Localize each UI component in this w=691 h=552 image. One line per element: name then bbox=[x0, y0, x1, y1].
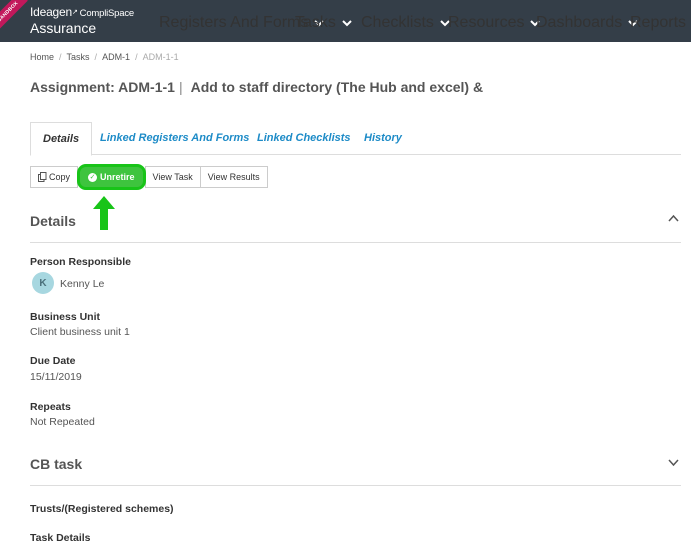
due-date-label: Due Date bbox=[30, 355, 76, 367]
task-details-label: Task Details bbox=[30, 532, 91, 544]
cb-task-section-title: CB task bbox=[30, 456, 83, 472]
breadcrumb-current: ADM-1-1 bbox=[142, 52, 179, 62]
details-divider bbox=[30, 242, 681, 243]
trusts-label: Trusts/(Registered schemes) bbox=[30, 503, 174, 515]
app-logo[interactable]: Ideagen↗ CompliSpace Assurance bbox=[30, 5, 135, 37]
person-responsible-label: Person Responsible bbox=[30, 256, 131, 268]
nav-label: Reports bbox=[630, 14, 687, 31]
tab-linked-registers-and-forms[interactable]: Linked Registers And Forms bbox=[88, 122, 261, 155]
nav-reports[interactable]: Reports bbox=[630, 14, 686, 32]
person-responsible-value: Kenny Le bbox=[60, 278, 105, 290]
check-circle-icon: ✓ bbox=[88, 172, 98, 182]
tab-bar: Details Linked Registers And Forms Linke… bbox=[30, 122, 681, 156]
nav-label: Checklists bbox=[361, 14, 434, 31]
due-date-value: 15/11/2019 bbox=[30, 371, 82, 383]
nav-resources[interactable]: Resources bbox=[448, 14, 541, 32]
unretire-label: Unretire bbox=[100, 172, 135, 182]
title-separator: | bbox=[178, 79, 183, 95]
breadcrumb-tasks[interactable]: Tasks bbox=[67, 52, 90, 62]
tab-details[interactable]: Details bbox=[30, 122, 93, 156]
avatar: K bbox=[32, 272, 54, 294]
copy-button[interactable]: Copy bbox=[30, 166, 79, 188]
nav-checklists[interactable]: Checklists bbox=[361, 14, 450, 32]
chevron-down-icon bbox=[342, 19, 352, 26]
business-unit-value: Client business unit 1 bbox=[30, 326, 130, 338]
view-results-button[interactable]: View Results bbox=[199, 166, 268, 188]
title-name: Add to staff directory (The Hub and exce… bbox=[190, 79, 484, 95]
page-title: Assignment: ADM-1-1 | Add to staff directo… bbox=[30, 79, 483, 95]
title-prefix: Assignment: bbox=[30, 79, 115, 95]
repeats-label: Repeats bbox=[30, 401, 71, 413]
breadcrumb-home[interactable]: Home bbox=[30, 52, 54, 62]
copy-icon bbox=[38, 172, 47, 182]
breadcrumb-separator: / bbox=[94, 52, 98, 62]
action-button-group: Copy ✓ Unretire View Task View Results bbox=[30, 164, 268, 190]
nav-dashboards[interactable]: Dashboards bbox=[536, 14, 638, 32]
chevron-down-icon[interactable] bbox=[668, 459, 679, 467]
view-task-button[interactable]: View Task bbox=[144, 166, 201, 188]
sandbox-ribbon: SANDBOX bbox=[0, 0, 28, 32]
tab-history[interactable]: History bbox=[352, 122, 414, 155]
cb-task-divider bbox=[30, 485, 681, 486]
copy-label: Copy bbox=[49, 172, 71, 182]
business-unit-label: Business Unit bbox=[30, 311, 101, 323]
nav-label: Dashboards bbox=[536, 14, 623, 31]
nav-tasks[interactable]: Tasks bbox=[295, 14, 352, 32]
logo-brand: Ideagen bbox=[30, 5, 72, 19]
nav-label: Registers And Forms bbox=[159, 14, 309, 31]
repeats-value: Not Repeated bbox=[30, 416, 95, 428]
title-id: ADM-1-1 bbox=[118, 79, 175, 95]
logo-product: Assurance bbox=[30, 20, 97, 36]
tab-linked-checklists[interactable]: Linked Checklists bbox=[245, 122, 363, 155]
chevron-up-icon[interactable] bbox=[668, 214, 679, 222]
arrow-up-icon bbox=[93, 196, 115, 230]
breadcrumb: Home / Tasks / ADM-1 / ADM-1-1 bbox=[30, 52, 179, 62]
nav-label: Tasks bbox=[295, 14, 336, 31]
unretire-button[interactable]: ✓ Unretire bbox=[77, 164, 146, 190]
breadcrumb-separator: / bbox=[135, 52, 138, 62]
logo-brand-sub: CompliSpace bbox=[79, 8, 135, 19]
top-nav-bar: SANDBOX Ideagen↗ CompliSpace Assurance Re… bbox=[0, 0, 691, 42]
details-section-title: Details bbox=[30, 213, 76, 229]
breadcrumb-parent[interactable]: ADM-1 bbox=[102, 52, 130, 62]
nav-label: Resources bbox=[448, 14, 525, 31]
breadcrumb-separator: / bbox=[59, 52, 62, 62]
